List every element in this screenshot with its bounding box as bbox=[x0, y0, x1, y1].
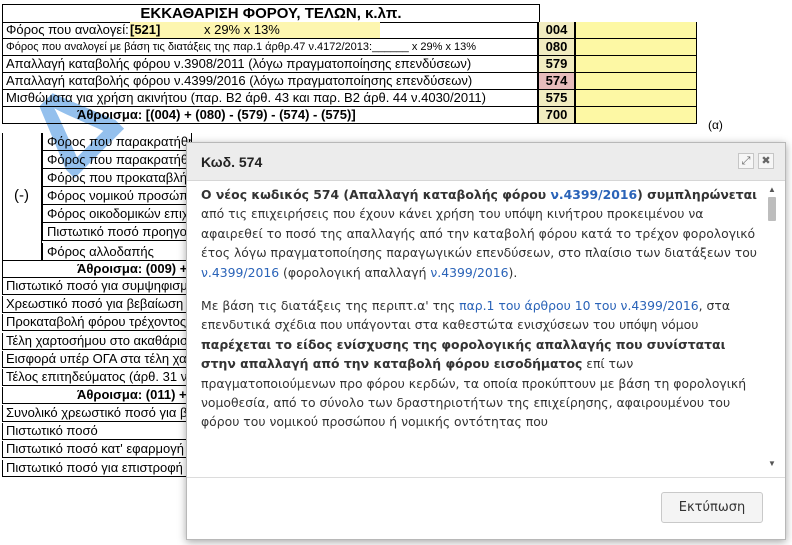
value-574[interactable] bbox=[575, 73, 697, 90]
code-579: 579 bbox=[538, 56, 575, 73]
sub-row: Φόρος που παρακρατήθηκε bbox=[42, 133, 192, 151]
scroll-thumb[interactable] bbox=[768, 197, 776, 221]
law-link[interactable]: ν.4399/2016 bbox=[201, 265, 279, 280]
dialog-header: Κωδ. 574 ⤢ ✖ bbox=[187, 143, 785, 181]
row-579-label: Απαλλαγή καταβολής φόρου ν.3908/2011 (λό… bbox=[2, 56, 538, 73]
dialog-footer: Εκτύπωση bbox=[187, 477, 785, 540]
row-574-label: Απαλλαγή καταβολής φόρου ν.4399/2016 (λό… bbox=[2, 73, 538, 90]
sub-row: Φόρος νομικού προσώπου bbox=[42, 187, 192, 205]
lower-row: Άθροισμα: (009) + bbox=[2, 261, 188, 278]
code-004: 004 bbox=[538, 22, 575, 39]
value-004[interactable] bbox=[575, 22, 697, 39]
law-link[interactable]: ν.4399/2016 bbox=[430, 265, 508, 280]
sub-row: Πιστωτικό ποσό προηγούμενης bbox=[42, 223, 192, 241]
rate-code: [521] bbox=[130, 22, 161, 37]
value-080[interactable] bbox=[575, 39, 697, 56]
dialog-scrollbar[interactable]: ▲ ▼ bbox=[765, 183, 779, 473]
rate-field[interactable]: [521] x 29% x 13% bbox=[130, 22, 380, 38]
sub-row: Φόρος που προκαταβλήθηκε bbox=[42, 169, 192, 187]
lower-row: Πιστωτικό ποσό για συμψηφισμό bbox=[2, 278, 188, 295]
paragraph-1: Ο νέος κωδικός 574 (Απαλλαγή καταβολής φ… bbox=[201, 187, 757, 280]
dialog-body: Ο νέος κωδικός 574 (Απαλλαγή καταβολής φ… bbox=[201, 185, 761, 473]
lower-row: Άθροισμα: (011) + bbox=[2, 387, 188, 404]
lower-row: Τέλος επιτηδεύματος (άρθ. 31 ν. bbox=[2, 369, 188, 386]
law-link[interactable]: ν.4399/2016 bbox=[550, 187, 637, 202]
row-700-sum-label: Άθροισμα: [(004) + (080) - (579) - (574)… bbox=[2, 107, 538, 124]
form-title: ΕΚΚΑΘΑΡΙΣΗ ΦΟΡΟΥ, ΤΕΛΩΝ, κ.λπ. bbox=[2, 4, 540, 23]
article-link[interactable]: παρ.1 του άρθρου 10 του ν.4399/2016 bbox=[459, 298, 699, 313]
sub-row: Φόρος οικοδομικών επιχειρήσεων bbox=[42, 205, 192, 223]
lower-row: Συνολικό χρεωστικό ποσό για βεβαίωση bbox=[2, 405, 188, 422]
sub-row: Φόρος που παρακρατήθηκε bbox=[42, 151, 192, 169]
code-575: 575 bbox=[538, 90, 575, 107]
expand-icon[interactable]: ⤢ bbox=[738, 153, 754, 169]
sub-row: Φόρος αλλοδαπής bbox=[42, 243, 192, 261]
minus-sign: (-) bbox=[14, 187, 29, 204]
close-icon[interactable]: ✖ bbox=[758, 153, 774, 169]
code-080: 080 bbox=[538, 39, 575, 56]
dialog-title: Κωδ. 574 bbox=[201, 154, 263, 170]
lower-row: Πιστωτικό ποσό κατ' εφαρμογή bbox=[2, 441, 188, 458]
lower-row: Τέλη χαρτοσήμου στο ακαθάριστο bbox=[2, 333, 188, 350]
code-info-dialog: Κωδ. 574 ⤢ ✖ Ο νέος κωδικός 574 (Απαλλαγ… bbox=[186, 142, 786, 540]
paragraph-2: Με βάση τις διατάξεις της περιπτ.α' της … bbox=[201, 298, 747, 430]
scroll-up-icon[interactable]: ▲ bbox=[768, 185, 776, 194]
row-080-label: Φόρος που αναλογεί με βάση τις διατάξεις… bbox=[2, 39, 538, 56]
rate-text: x 29% x 13% bbox=[203, 22, 280, 37]
lower-row: Πιστωτικό ποσό για επιστροφή bbox=[2, 460, 188, 477]
note-a: (α) bbox=[708, 118, 723, 132]
scroll-down-icon[interactable]: ▼ bbox=[768, 459, 776, 468]
p1-intro: Ο νέος κωδικός 574 (Απαλλαγή καταβολής φ… bbox=[201, 187, 757, 202]
p2-bold: παρέχεται το είδος ενίσχυσης της φορολογ… bbox=[201, 336, 726, 372]
value-575[interactable] bbox=[575, 90, 697, 107]
lower-row: Πιστωτικό ποσό bbox=[2, 423, 188, 440]
lower-row: Προκαταβολή φόρου τρέχοντος bbox=[2, 314, 188, 331]
code-700: 700 bbox=[538, 107, 575, 124]
lower-row: Χρεωστικό ποσό για βεβαίωση bbox=[2, 296, 188, 313]
lower-row: Εισφορά υπέρ ΟΓΑ στα τέλη χαρτοσήμου bbox=[2, 351, 188, 368]
value-579[interactable] bbox=[575, 56, 697, 73]
code-574[interactable]: 574 bbox=[538, 73, 575, 90]
row-575-label: Μισθώματα για χρήση ακινήτου (παρ. Β2 άρ… bbox=[2, 90, 538, 107]
value-700 bbox=[575, 107, 697, 124]
print-button[interactable]: Εκτύπωση bbox=[661, 492, 763, 523]
